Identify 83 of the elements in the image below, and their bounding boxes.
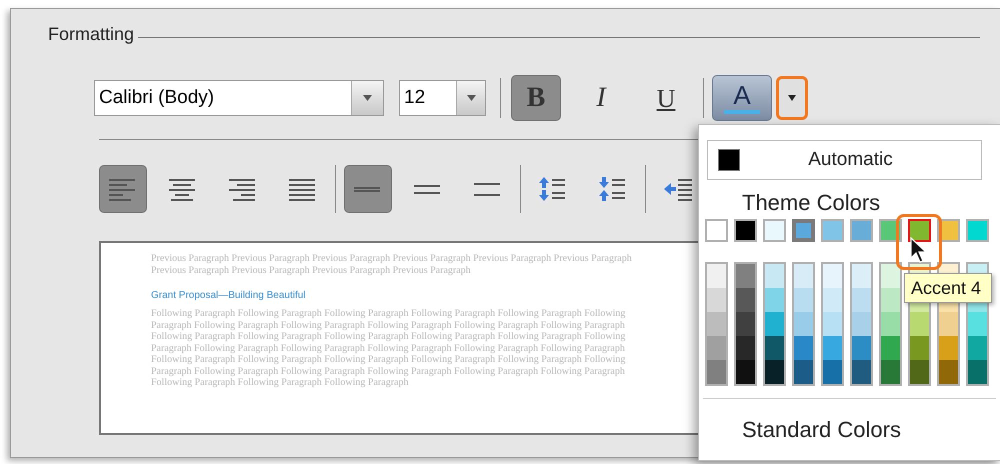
tooltip: Accent 4 [904,273,992,303]
color-swatch[interactable] [736,264,755,288]
color-swatch[interactable] [765,312,784,336]
color-swatch[interactable] [910,336,929,360]
color-swatch[interactable] [852,360,871,384]
color-swatch[interactable] [968,360,987,384]
color-swatch[interactable] [707,264,726,288]
color-swatch[interactable] [734,219,757,242]
color-swatch[interactable] [852,264,871,288]
color-swatch[interactable] [939,312,958,336]
color-swatch[interactable] [705,219,728,242]
color-swatch[interactable] [939,360,958,384]
dropdown-arrow-icon [363,95,372,101]
color-swatch[interactable] [736,312,755,336]
space-before-icon [539,177,567,201]
color-swatch[interactable] [908,219,931,242]
align-center-icon [169,177,197,201]
align-left-icon [109,177,137,201]
theme-colors-heading: Theme Colors [742,190,882,216]
single-spacing-icon [354,186,382,192]
double-spacing-icon [474,182,502,196]
previous-paragraph: Previous Paragraph Previous Paragraph Previous Paragraph Previous Paragraph Previous Paragraph Previous Paragraph Previous Paragraph Previous Paragraph Previous Paragraph Previous Paragraph [151,253,633,276]
dropdown-arrow-icon [466,95,476,101]
color-swatch[interactable] [794,336,813,360]
color-swatch[interactable] [707,360,726,384]
align-left-button[interactable] [99,165,147,213]
automatic-color-button[interactable]: Automatic [707,140,982,180]
color-swatch[interactable] [794,312,813,336]
color-swatch[interactable] [794,264,813,288]
color-swatch[interactable] [823,336,842,360]
color-swatch[interactable] [765,336,784,360]
color-swatch[interactable] [966,219,989,242]
group-title: Formatting [48,23,134,46]
align-right-icon [229,177,257,201]
color-swatch[interactable] [794,288,813,312]
color-swatch[interactable] [850,219,873,242]
line-spacing-icon [414,184,442,194]
font-color-button[interactable]: A [712,75,772,121]
color-swatch[interactable] [765,360,784,384]
color-swatch[interactable] [736,360,755,384]
color-swatch[interactable] [852,288,871,312]
swatch-icon [718,149,740,171]
color-swatch[interactable] [736,336,755,360]
color-swatch[interactable] [881,336,900,360]
color-swatch[interactable] [881,264,900,288]
color-swatch[interactable] [910,312,929,336]
color-swatch[interactable] [968,336,987,360]
size-field[interactable]: 12 [399,80,486,116]
following-paragraph: Following Paragraph Following Paragraph Following Paragraph Following Paragraph Following Paragraph Following Paragraph Following Paragraph Following Paragraph Following Paragraph Following Paragraph Following Paragraph Following Paragraph Following Paragraph Following Paragraph Following Paragraph Following Paragraph Following Paragraph Following Paragraph Following Paragraph Following Paragraph Following Paragraph Following Paragraph Following Paragraph Following Paragraph Following Paragraph Following Paragraph Following Paragraph Following Paragraph Following Paragraph Following Paragraph Following Paragraph Following Paragraph Following Paragraph Following Paragraph Following Paragraph Following Paragraph [151,308,626,388]
color-swatch[interactable] [910,360,929,384]
color-swatch[interactable] [792,219,815,242]
justify-icon [289,177,317,201]
color-swatch[interactable] [707,336,726,360]
single-spacing-button[interactable] [344,165,392,213]
color-swatch[interactable] [823,360,842,384]
color-swatch[interactable] [939,336,958,360]
color-swatch[interactable] [765,264,784,288]
color-swatch[interactable] [736,288,755,312]
dropdown-arrow-icon [788,95,796,101]
color-swatch[interactable] [823,264,842,288]
color-swatch[interactable] [763,219,786,242]
italic-button[interactable]: I [576,75,626,121]
color-swatch[interactable] [823,288,842,312]
color-swatch[interactable] [707,288,726,312]
underline-button[interactable]: U [641,75,691,121]
font-field[interactable]: Calibri (Body) [94,80,384,116]
color-swatch[interactable] [852,336,871,360]
color-swatch[interactable] [821,219,844,242]
color-swatch[interactable] [794,360,813,384]
color-swatch[interactable] [707,312,726,336]
standard-colors-heading: Standard Colors [742,417,902,443]
font-color-dropdown[interactable] [776,76,808,120]
color-swatch[interactable] [881,360,900,384]
decrease-indent-icon [664,177,692,201]
space-after-icon [599,177,627,201]
color-swatch[interactable] [765,288,784,312]
color-swatch[interactable] [881,288,900,312]
color-swatch[interactable] [881,312,900,336]
color-swatch[interactable] [852,312,871,336]
bold-button[interactable]: B [511,75,561,121]
color-swatch[interactable] [968,312,987,336]
preview-heading: Grant Proposal—Building Beautiful [151,290,306,302]
color-swatch[interactable] [823,312,842,336]
